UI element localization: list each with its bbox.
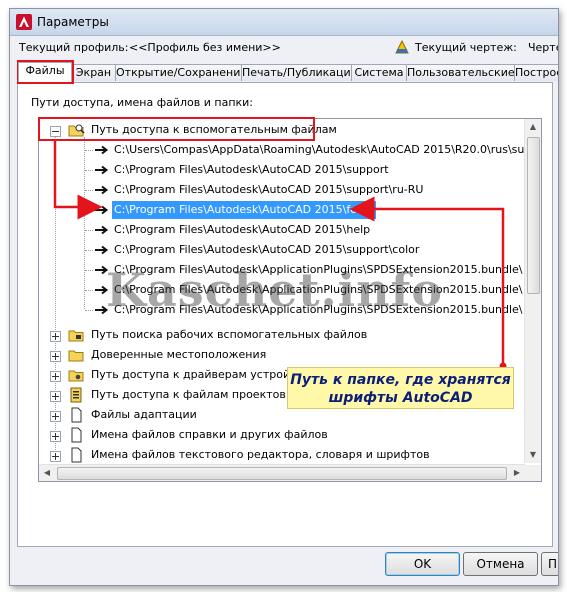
annotation-arrows bbox=[53, 141, 507, 370]
tab-files[interactable]: Файлы bbox=[18, 62, 72, 82]
annotation-arrow-left bbox=[53, 141, 103, 220]
annotation-line-1: Путь к папке, где хранятся bbox=[290, 372, 511, 388]
annotation-arrow-right bbox=[349, 196, 505, 364]
annotation-line-2: шрифты AutoCAD bbox=[328, 390, 473, 406]
annotation-note: Путь к папке, где хранятся шрифты AutoCA… bbox=[287, 367, 514, 409]
